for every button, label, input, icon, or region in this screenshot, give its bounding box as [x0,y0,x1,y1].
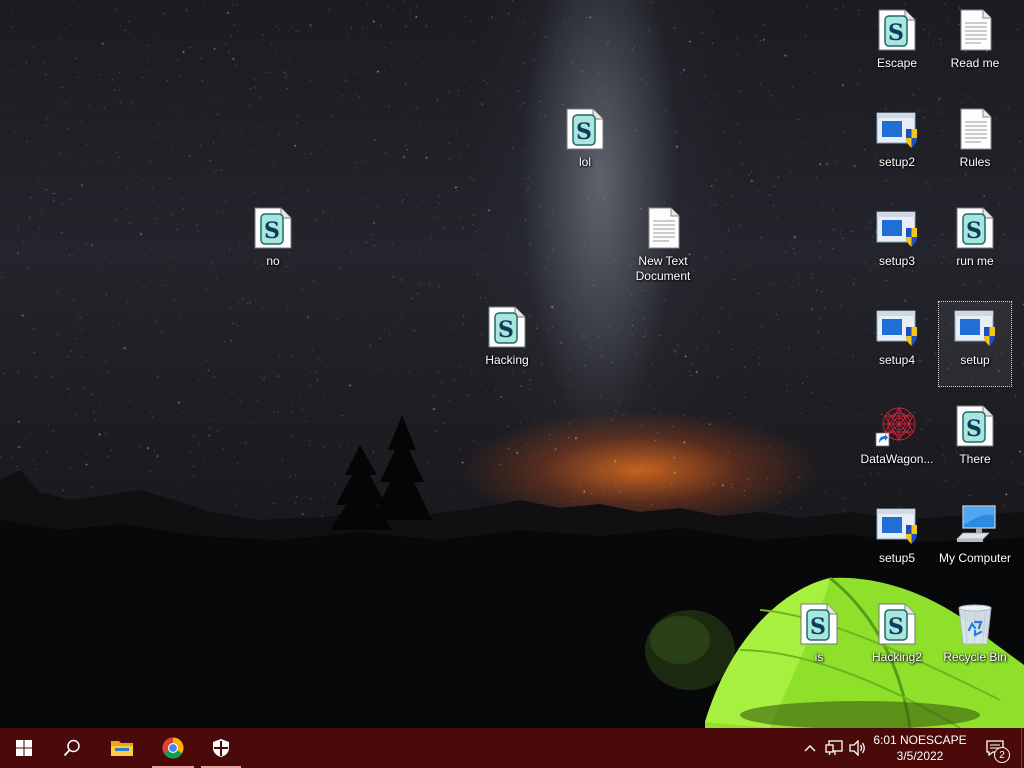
taskbar-security[interactable] [199,728,243,768]
desktop[interactable]: S Escape Read me Slol setup2 Rules Sno New Text… [0,0,1024,728]
script-file-icon: S [563,107,607,151]
clock[interactable]: 6:01 NOESCAPE 3/5/2022 [873,728,967,768]
desktop-icon-is[interactable]: Sis [782,598,856,684]
app-shortcut-icon [875,404,919,448]
desktop-icon-rules[interactable]: Rules [938,103,1012,189]
search-button[interactable] [48,728,96,768]
taskbar-file-explorer[interactable] [98,728,146,768]
desktop-icon-setup2[interactable]: setup2 [860,103,934,189]
desktop-icon-there[interactable]: S There [938,400,1012,486]
desktop-icon-label: Escape [876,56,918,70]
desktop-icon-label: setup [960,353,990,367]
setup-installer-icon [875,503,919,547]
script-file-icon: S [797,602,841,646]
chevron-up-icon [804,745,816,752]
desktop-icon-escape[interactable]: S Escape [860,4,934,90]
desktop-icon-no[interactable]: Sno [236,202,310,288]
script-file-icon: S [485,305,529,349]
shield-icon [213,739,229,757]
script-file-icon: S [875,602,919,646]
pine-trees [330,415,432,530]
desktop-icon-label: is [814,650,824,664]
setup-installer-icon [875,206,919,250]
desktop-icon-lol[interactable]: Slol [548,103,622,189]
desktop-icon-hacking[interactable]: S Hacking [470,301,544,387]
svg-text:S: S [888,614,904,640]
desktop-icon-label: no [266,254,280,268]
svg-text:S: S [576,119,592,145]
start-button[interactable] [0,728,48,768]
desktop-icon-setup[interactable]: setup [938,301,1012,387]
desktop-icon-label: There [959,452,991,466]
svg-text:S: S [810,614,826,640]
svg-text:S: S [498,317,514,343]
svg-text:S: S [966,416,982,442]
setup-installer-icon [875,305,919,349]
script-file-icon: S [953,206,997,250]
folder-icon [111,741,133,756]
desktop-icon-new-text-document[interactable]: New Text Document [626,202,700,288]
search-icon [63,739,80,757]
desktop-icon-label: My Computer [938,551,1012,565]
speaker-icon [849,740,865,756]
action-center-button[interactable]: 2 [978,728,1012,768]
desktop-icon-hacking2[interactable]: S Hacking2 [860,598,934,684]
desktop-icon-label: lol [578,155,591,169]
setup-installer-icon [953,305,997,349]
windows-logo-icon [16,740,32,756]
desktop-icon-label: setup4 [878,353,916,367]
desktop-icon-label: Hacking [485,353,529,367]
desktop-icon-setup5[interactable]: setup5 [860,499,934,585]
text-document-icon [641,206,685,250]
taskbar-chrome[interactable] [150,728,196,768]
desktop-icon-label: setup5 [878,551,916,565]
script-file-icon: S [251,206,295,250]
recycle-bin-icon [953,602,997,646]
clock-time: 6:01 NOESCAPE [873,733,967,747]
script-file-icon: S [875,8,919,52]
desktop-icon-run-me[interactable]: Srun me [938,202,1012,288]
desktop-icon-label: DataWagon... [860,452,934,466]
desktop-icon-setup3[interactable]: setup3 [860,202,934,288]
svg-text:S: S [888,20,904,46]
desktop-icon-label: New Text Document [635,254,691,283]
script-file-icon: S [953,404,997,448]
notification-badge: 2 [994,747,1010,763]
desktop-icon-label: Hacking2 [871,650,923,664]
setup-installer-icon [875,107,919,151]
svg-text:S: S [264,218,280,244]
network-icon [825,740,843,755]
desktop-icon-label: run me [956,254,994,268]
text-document-icon [953,8,997,52]
desktop-icon-datawagon[interactable]: DataWagon... [860,400,934,486]
desktop-icon-label: Read me [950,56,1000,70]
volume-button[interactable] [847,728,869,768]
clock-date: 3/5/2022 [896,749,944,763]
network-button[interactable] [823,728,845,768]
computer-icon [953,503,997,547]
desktop-icon-label: Recycle Bin [943,650,1007,664]
show-hidden-icons-button[interactable] [800,728,820,768]
desktop-icon-my-computer[interactable]: My Computer [938,499,1012,585]
desktop-icon-setup4[interactable]: setup4 [860,301,934,387]
desktop-icon-read-me[interactable]: Read me [938,4,1012,90]
desktop-icon-recycle-bin[interactable]: Recycle Bin [938,598,1012,684]
desktop-icon-label: setup3 [878,254,916,268]
svg-text:S: S [966,218,982,244]
show-desktop-button[interactable] [1018,728,1024,768]
chrome-icon [162,737,184,759]
desktop-icon-label: Rules [959,155,991,169]
taskbar: 6:01 NOESCAPE 3/5/2022 2 [0,728,1024,768]
desktop-icon-label: setup2 [878,155,916,169]
text-document-icon [953,107,997,151]
